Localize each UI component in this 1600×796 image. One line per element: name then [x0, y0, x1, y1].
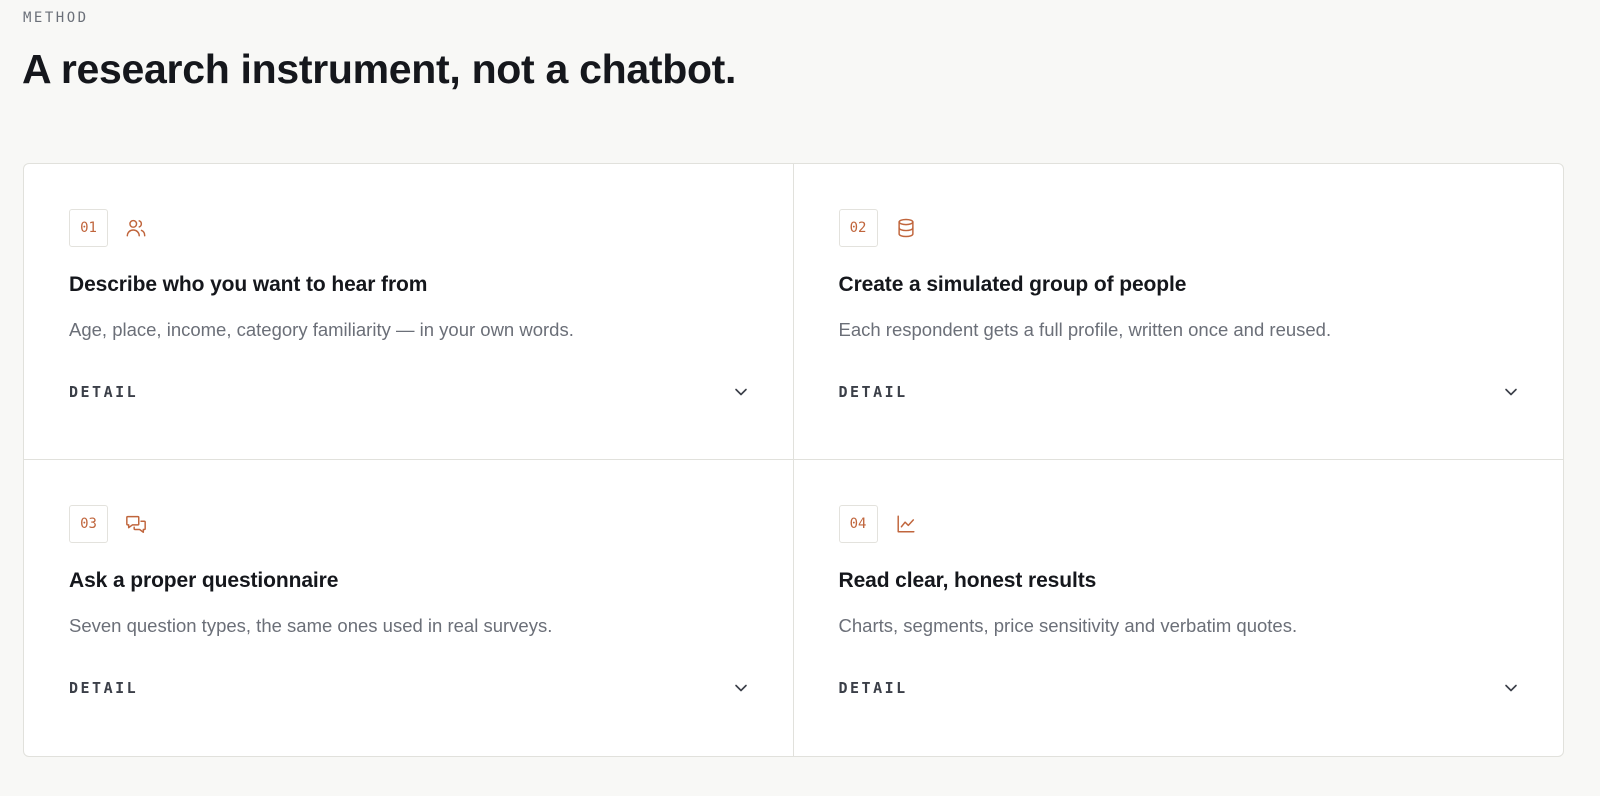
method-section: METHOD A research instrument, not a chat… — [0, 0, 1600, 796]
step-description: Charts, segments, price sensitivity and … — [838, 615, 1298, 636]
chevron-down-icon[interactable] — [1503, 680, 1519, 696]
step-card-4: 04 Read clear, honest results Charts, se… — [794, 460, 1564, 756]
step-card-header: 02 — [838, 209, 1520, 247]
detail-toggle-2[interactable]: DETAIL — [839, 383, 1520, 401]
chat-bubbles-icon — [124, 512, 148, 536]
database-icon — [894, 216, 918, 240]
step-number-badge: 01 — [69, 209, 108, 247]
method-steps-grid: 01 Describe who you want to hear from Ag… — [23, 163, 1564, 757]
detail-label: DETAIL — [838, 383, 908, 401]
step-title: Create a simulated group of people — [838, 273, 1187, 296]
chevron-down-icon[interactable] — [733, 384, 749, 400]
step-card-header: 03 — [69, 505, 749, 543]
chevron-down-icon[interactable] — [1503, 384, 1519, 400]
users-icon — [124, 216, 148, 240]
step-description: Each respondent gets a full profile, wri… — [838, 319, 1332, 340]
detail-toggle-1[interactable]: DETAIL — [69, 383, 749, 401]
step-number-badge: 02 — [838, 209, 878, 247]
step-number-badge: 03 — [69, 505, 108, 543]
detail-toggle-3[interactable]: DETAIL — [69, 679, 749, 697]
step-title: Read clear, honest results — [838, 569, 1097, 592]
step-card-3: 03 Ask a proper questionnaire Seven ques… — [24, 460, 794, 756]
step-title: Ask a proper questionnaire — [69, 569, 339, 592]
detail-label: DETAIL — [838, 679, 908, 697]
line-chart-icon — [894, 512, 918, 536]
step-card-header: 01 — [69, 209, 749, 247]
step-description: Seven question types, the same ones used… — [69, 615, 553, 636]
step-card-header: 04 — [838, 505, 1520, 543]
detail-label: DETAIL — [69, 679, 139, 697]
step-number-badge: 04 — [838, 505, 878, 543]
step-card-2: 02 Create a simulated group of people Ea… — [793, 164, 1563, 460]
step-card-1: 01 Describe who you want to hear from Ag… — [24, 164, 794, 460]
detail-toggle-4[interactable]: DETAIL — [839, 679, 1520, 697]
detail-label: DETAIL — [69, 383, 139, 401]
step-description: Age, place, income, category familiarity… — [69, 319, 574, 340]
section-headline: A research instrument, not a chatbot. — [22, 46, 737, 92]
chevron-down-icon[interactable] — [733, 680, 749, 696]
step-title: Describe who you want to hear from — [69, 273, 428, 296]
section-eyebrow: METHOD — [23, 10, 89, 26]
